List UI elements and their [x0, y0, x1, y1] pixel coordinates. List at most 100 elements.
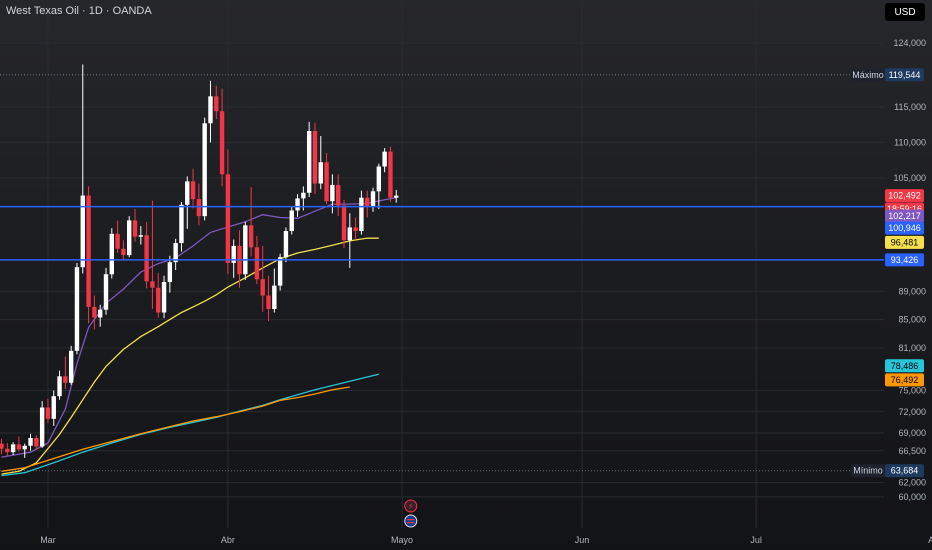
x-tick-label: Mar [40, 535, 56, 545]
us-flag-event-icon [404, 514, 418, 528]
y-tick-label: 105,000 [893, 173, 926, 183]
candle-body [57, 376, 62, 397]
candle-body [214, 96, 219, 112]
candle-body [16, 444, 22, 450]
candle-body [365, 197, 370, 207]
candle-body [289, 210, 294, 232]
candle-body [283, 231, 289, 258]
candle-body [370, 191, 376, 207]
price-label-text: 96,481 [891, 237, 919, 247]
x-tick-label: Abr [221, 535, 235, 545]
x-tick-label: Jun [575, 535, 590, 545]
x-tick-label: Mayo [391, 535, 413, 545]
candle-body [219, 111, 225, 175]
candle-body [5, 448, 10, 453]
candle-body [248, 225, 254, 248]
flash-glyph-icon: ⚡ [408, 502, 414, 511]
extreme-name: Mínimo [853, 466, 883, 476]
x-tick-label: Ago [928, 535, 932, 545]
price-label-text: 102,217 [888, 211, 921, 221]
candle-body [10, 444, 16, 453]
extreme-value: 63,684 [891, 466, 919, 476]
price-label-text: 102,492 [888, 191, 921, 201]
candle-body [63, 376, 68, 383]
candle-body [388, 151, 393, 198]
candle-body [0, 443, 4, 449]
y-tick-label: 66,500 [898, 446, 926, 456]
candle-body [196, 199, 202, 217]
candle-body [318, 162, 323, 184]
y-tick-label: 81,000 [898, 343, 926, 353]
candle-body [353, 227, 358, 232]
candle-body [208, 96, 213, 124]
y-tick-label: 110,000 [894, 137, 926, 147]
candle-body [306, 131, 312, 193]
candle-body [127, 220, 132, 256]
y-tick-label: 115,000 [894, 102, 926, 112]
x-tick-label: Jul [750, 535, 762, 545]
currency-button[interactable]: USD [885, 3, 925, 21]
y-tick-label: 75,000 [898, 386, 926, 396]
chart-title: West Texas Oil · 1D · OANDA [6, 5, 152, 17]
candle-body [301, 192, 306, 199]
candle-body [225, 174, 231, 263]
candle-body [260, 279, 265, 296]
candle-body [347, 227, 352, 241]
price-label-text: 100,946 [888, 223, 921, 233]
candle-body [86, 195, 91, 307]
candle-body [156, 287, 161, 313]
candle-body [34, 437, 39, 447]
y-tick-label: 62,000 [898, 478, 926, 488]
candle-body [22, 445, 27, 450]
extreme-name: Máximo [852, 70, 884, 80]
candle-body [254, 247, 260, 280]
candle-body [103, 274, 109, 310]
candle-body [121, 248, 126, 256]
candle-body [109, 233, 114, 275]
moving-average-line [1, 237, 379, 475]
price-label-text: 78,486 [891, 361, 919, 371]
candle-body [150, 281, 155, 288]
moving-average-line [1, 196, 397, 458]
candle-body [330, 184, 335, 202]
candle-body [394, 195, 399, 198]
y-tick-label: 124,000 [893, 38, 926, 48]
flag-stripe-icon [407, 519, 415, 521]
candle-body [161, 282, 167, 313]
y-tick-label: 69,000 [898, 428, 926, 438]
candle-body [138, 235, 144, 237]
y-tick-label: 89,000 [898, 286, 926, 296]
candle-body [266, 295, 271, 309]
candle-body [272, 285, 277, 309]
candle-body [39, 407, 45, 447]
candle-body [45, 407, 51, 419]
candle-body [68, 350, 74, 383]
candle-body [185, 181, 190, 205]
candle-body [97, 309, 103, 318]
candle-body [28, 437, 33, 446]
candle-body [359, 197, 364, 232]
candle-body [167, 262, 173, 283]
candle-body [335, 184, 341, 206]
candle-body [132, 220, 138, 237]
flag-stripe-icon [407, 522, 415, 524]
candle-body [74, 267, 80, 351]
candle-body [295, 198, 300, 211]
price-chart[interactable]: 60,000 62,000 66,500 69,000 72,000 75,000 81,0… [0, 0, 932, 550]
candle-body [382, 151, 387, 167]
y-tick-label: 60,000 [898, 492, 926, 502]
price-label-text: 76,492 [891, 375, 919, 385]
candle-body [243, 225, 248, 275]
candle-body [202, 123, 207, 217]
candle-body [190, 181, 196, 200]
candle-body [277, 257, 283, 286]
candle-body [324, 162, 329, 202]
price-label-text: 93,426 [891, 255, 919, 265]
candle-body [376, 166, 382, 192]
y-tick-label: 72,000 [898, 407, 926, 417]
candle-body [341, 205, 347, 241]
candle-body [144, 235, 149, 282]
candle-body [115, 233, 120, 249]
candle-body [92, 306, 97, 318]
candle-body [51, 396, 56, 419]
